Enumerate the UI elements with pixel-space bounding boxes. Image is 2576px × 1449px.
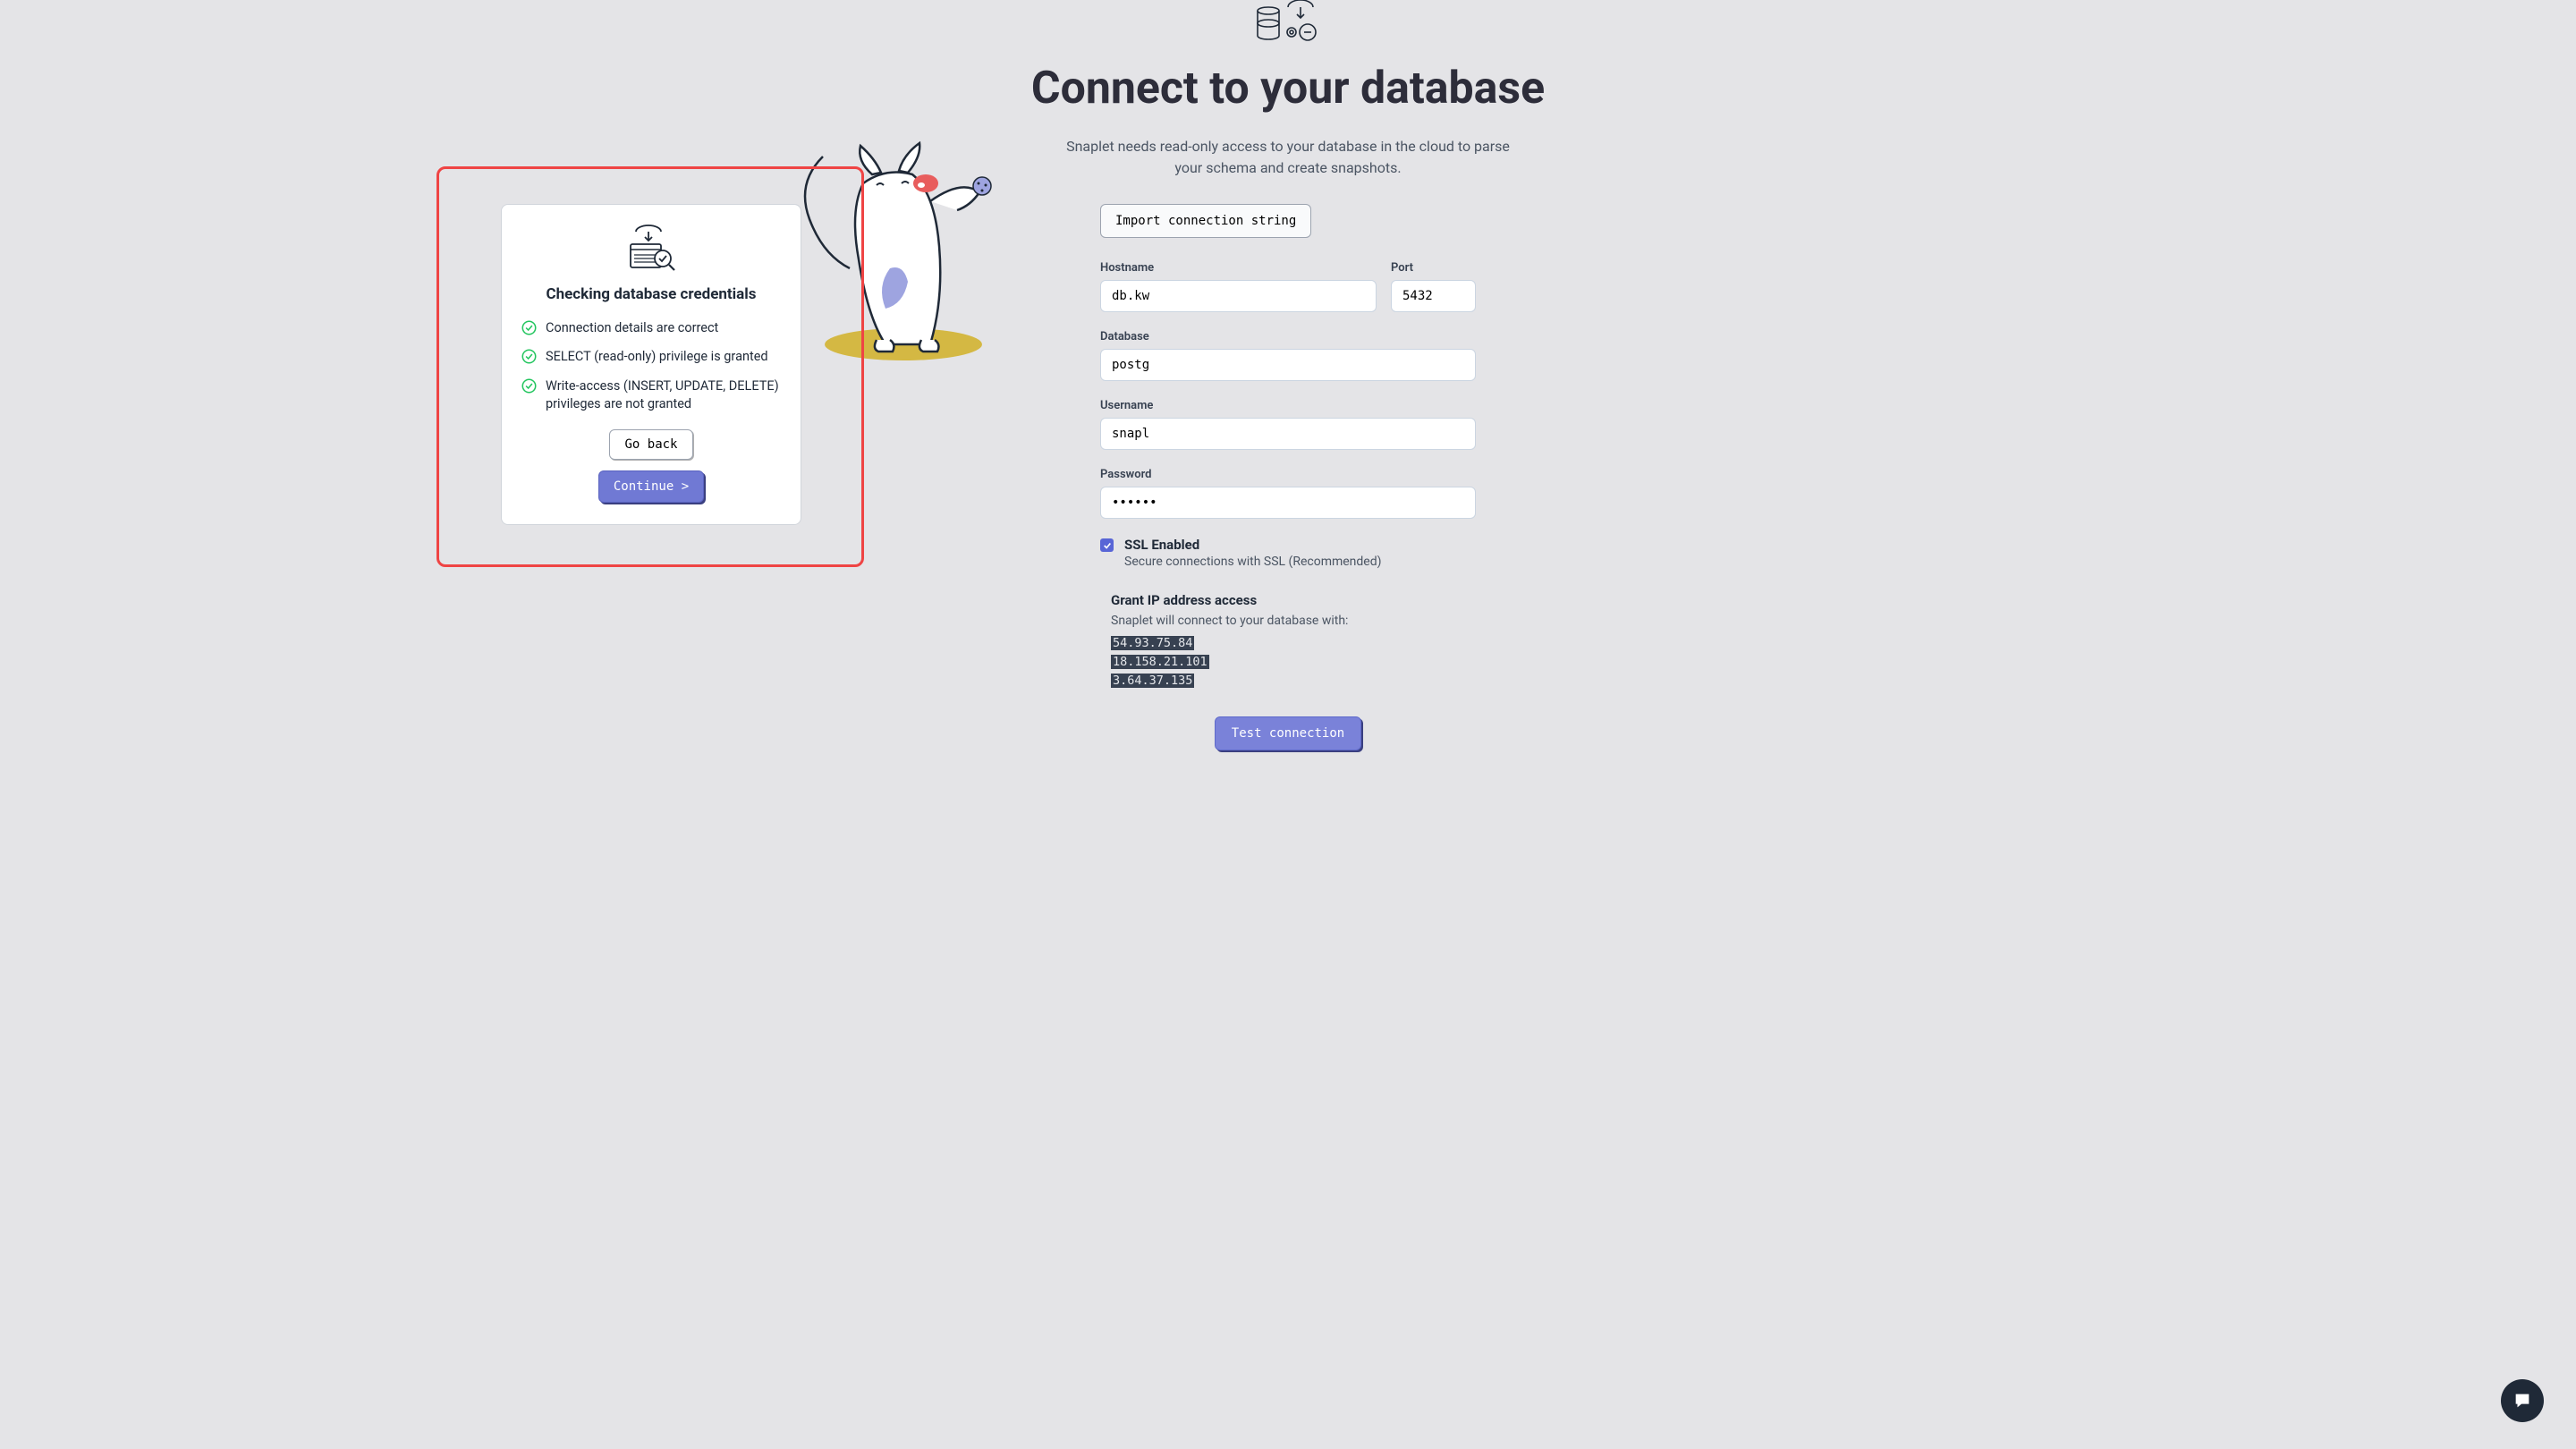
ssl-checkbox[interactable] (1100, 538, 1114, 552)
password-label: Password (1100, 468, 1476, 481)
ssl-label: SSL Enabled (1124, 537, 1382, 553)
chat-icon (2512, 1391, 2532, 1411)
success-check-icon (521, 349, 537, 364)
check-item-text: Write-access (INSERT, UPDATE, DELETE) pr… (546, 377, 781, 414)
username-input[interactable] (1100, 418, 1476, 450)
test-connection-button[interactable]: Test connection (1215, 716, 1361, 750)
hostname-input[interactable] (1100, 280, 1377, 312)
database-label: Database (1100, 330, 1476, 343)
credentials-check-modal: Checking database credentials Connection… (501, 204, 801, 525)
password-input[interactable] (1100, 487, 1476, 519)
continue-button[interactable]: Continue > (598, 470, 704, 503)
modal-database-search-icon (521, 223, 781, 273)
import-connection-button[interactable]: Import connection string (1100, 204, 1311, 238)
chat-fab-button[interactable] (2501, 1379, 2544, 1422)
check-item-text: Connection details are correct (546, 319, 718, 337)
ip-address: 54.93.75.84 (1111, 636, 1194, 650)
ip-access-subtitle: Snaplet will connect to your database wi… (1111, 614, 1476, 628)
ip-address: 18.158.21.101 (1111, 655, 1209, 669)
ip-access-title: Grant IP address access (1111, 592, 1476, 608)
port-input[interactable] (1391, 280, 1476, 312)
go-back-button[interactable]: Go back (609, 429, 692, 460)
hostname-label: Hostname (1100, 261, 1377, 275)
hero-database-icon (859, 0, 1717, 45)
database-input[interactable] (1100, 349, 1476, 381)
page-title: Connect to your database (859, 63, 1717, 114)
ip-address: 3.64.37.135 (1111, 674, 1194, 688)
success-check-icon (521, 378, 537, 394)
success-check-icon (521, 320, 537, 335)
check-item-text: SELECT (read-only) privilege is granted (546, 348, 768, 366)
cat-illustration (787, 130, 1002, 362)
port-label: Port (1391, 261, 1476, 275)
modal-title: Checking database credentials (521, 285, 781, 303)
ssl-subtext: Secure connections with SSL (Recommended… (1124, 555, 1382, 569)
page-subtitle: Snaplet needs read-only access to your d… (1055, 136, 1521, 179)
username-label: Username (1100, 399, 1476, 412)
check-icon (1103, 541, 1112, 550)
